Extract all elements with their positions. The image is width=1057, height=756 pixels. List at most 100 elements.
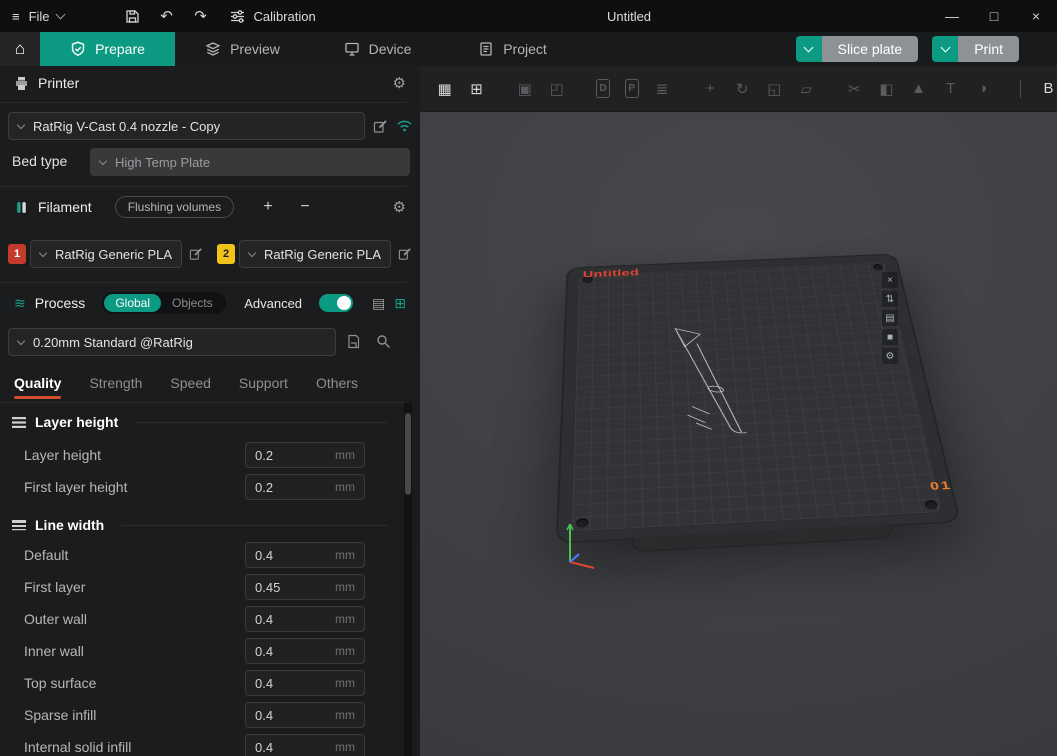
color-paint-icon[interactable]: ◑ xyxy=(974,78,991,100)
tab-preview[interactable]: Preview xyxy=(175,32,310,66)
sidebar-scrollbar[interactable] xyxy=(404,403,412,756)
3d-viewport[interactable]: Untitled 01 × ⇅ ▤ ■ ⚙ xyxy=(420,112,1057,756)
setting-value: 0.4 xyxy=(255,612,273,627)
file-menu[interactable]: ≡ File xyxy=(0,0,76,32)
section-title: Line width xyxy=(35,517,104,533)
printer-gear-icon[interactable]: ⚙ xyxy=(393,74,406,92)
edit-printer-icon[interactable] xyxy=(371,117,389,135)
close-button[interactable]: × xyxy=(1015,0,1057,32)
line-width-inner-wall-input[interactable]: 0.4 mm xyxy=(245,638,365,664)
setting-unit: mm xyxy=(335,580,355,594)
setting-label: Inner wall xyxy=(24,638,84,664)
divider xyxy=(135,422,388,423)
wifi-icon[interactable] xyxy=(395,116,413,134)
setting-value: 0.45 xyxy=(255,580,280,595)
line-width-outer-wall-input[interactable]: 0.4 mm xyxy=(245,606,365,632)
add-plate-icon[interactable]: ▦ xyxy=(436,78,453,100)
layer-height-input[interactable]: 0.2 mm xyxy=(245,442,365,468)
undo-button[interactable]: ↶ xyxy=(150,0,184,32)
arrange-plate-icon[interactable]: ⊞ xyxy=(468,78,485,100)
toolbar-separator xyxy=(1020,80,1021,98)
setting-label: Sparse infill xyxy=(24,702,96,728)
home-button[interactable]: ⌂ xyxy=(0,32,40,66)
search-preset-icon[interactable] xyxy=(374,332,392,350)
scope-global-option[interactable]: Global xyxy=(104,294,161,312)
printer-preset-combo[interactable]: RatRig V-Cast 0.4 nozzle - Copy xyxy=(8,112,365,140)
move-icon[interactable]: + xyxy=(702,78,719,100)
tab-prepare[interactable]: Prepare xyxy=(40,32,175,66)
tab-quality[interactable]: Quality xyxy=(14,366,61,400)
window-title: Untitled xyxy=(607,9,651,24)
preset-list-icon[interactable]: ▤ xyxy=(372,295,385,312)
redo-button[interactable]: ↷ xyxy=(184,0,218,32)
setting-unit: mm xyxy=(335,740,355,754)
mesh-boolean-icon[interactable]: ◧ xyxy=(878,78,895,100)
plate-lock-icon[interactable]: ■ xyxy=(882,329,898,345)
print-dropdown-button[interactable] xyxy=(932,36,958,62)
maximize-button[interactable]: □ xyxy=(973,0,1015,32)
line-width-internal-solid-input[interactable]: 0.4 mm xyxy=(245,734,365,756)
slice-plate-button[interactable]: Slice plate xyxy=(822,36,919,62)
flushing-volumes-button[interactable]: Flushing volumes xyxy=(115,196,234,218)
save-preset-icon[interactable] xyxy=(344,332,362,350)
filament-2-combo[interactable]: RatRig Generic PLA xyxy=(239,240,391,268)
filament-1-combo[interactable]: RatRig Generic PLA xyxy=(30,240,182,268)
line-width-first-layer-input[interactable]: 0.45 mm xyxy=(245,574,365,600)
auto-arrange-icon[interactable]: ▣ xyxy=(516,78,533,100)
filament-section-header: Filament Flushing volumes + − ⚙ xyxy=(0,192,420,222)
remove-filament-button[interactable]: − xyxy=(296,198,314,216)
save-button[interactable] xyxy=(116,0,150,32)
bed-type-combo[interactable]: High Temp Plate xyxy=(90,148,410,176)
plate-settings-icon[interactable]: ⚙ xyxy=(882,348,898,364)
tab-device[interactable]: Device xyxy=(310,32,445,66)
tab-speed[interactable]: Speed xyxy=(170,366,210,400)
flatten-icon[interactable]: ▱ xyxy=(798,78,815,100)
filament-1-color-badge[interactable]: 1 xyxy=(8,244,26,264)
first-layer-height-input[interactable]: 0.2 mm xyxy=(245,474,365,500)
scale-icon[interactable]: ◱ xyxy=(766,78,783,100)
tab-strength[interactable]: Strength xyxy=(89,366,142,400)
rotate-icon[interactable]: ↻ xyxy=(734,78,751,100)
doc-d-icon[interactable]: D xyxy=(596,79,610,98)
scope-objects-option[interactable]: Objects xyxy=(161,294,224,312)
process-section-header: ≋ Process Global Objects Advanced ▤ ⊞ xyxy=(0,288,420,318)
tab-support[interactable]: Support xyxy=(239,366,288,400)
tab-project[interactable]: Project xyxy=(445,32,580,66)
process-preset-combo[interactable]: 0.20mm Standard @RatRig xyxy=(8,328,336,356)
line-width-default-input[interactable]: 0.4 mm xyxy=(245,542,365,568)
tab-others[interactable]: Others xyxy=(316,366,358,400)
assembly-view-icon[interactable]: B xyxy=(1040,78,1057,100)
doc-p-icon[interactable]: P xyxy=(625,79,639,98)
edit-filament-1-icon[interactable] xyxy=(187,245,205,263)
add-filament-button[interactable]: + xyxy=(259,198,277,216)
text-tool-icon[interactable]: T xyxy=(942,78,959,100)
slice-dropdown-button[interactable] xyxy=(796,36,822,62)
layers-icon[interactable]: ≣ xyxy=(654,78,671,100)
support-paint-icon[interactable]: ▲ xyxy=(910,78,927,100)
chevron-down-icon xyxy=(940,43,950,53)
setting-label: Layer height xyxy=(24,442,101,468)
section-layer-height: Layer height xyxy=(0,409,400,435)
preset-compare-icon[interactable]: ⊞ xyxy=(394,295,406,312)
setting-label: Top surface xyxy=(24,670,96,696)
build-plate[interactable]: Untitled 01 xyxy=(556,253,961,543)
filament-2-color-badge[interactable]: 2 xyxy=(217,244,235,264)
advanced-toggle[interactable] xyxy=(319,294,353,312)
filament-gear-icon[interactable]: ⚙ xyxy=(393,198,406,216)
calibration-button[interactable]: Calibration xyxy=(218,0,328,32)
plate-arrange-icon[interactable]: ⇅ xyxy=(882,291,898,307)
plate-delete-icon[interactable]: × xyxy=(882,272,898,288)
cut-icon[interactable]: ✂ xyxy=(846,78,863,100)
device-icon xyxy=(344,41,360,57)
scrollbar-thumb[interactable] xyxy=(405,413,411,495)
minimize-button[interactable]: — xyxy=(931,0,973,32)
edit-filament-2-icon[interactable] xyxy=(396,245,414,263)
line-width-top-surface-input[interactable]: 0.4 mm xyxy=(245,670,365,696)
print-button[interactable]: Print xyxy=(958,36,1019,62)
auto-orient-icon[interactable]: ◰ xyxy=(548,78,565,100)
layer-height-icon xyxy=(12,416,26,429)
plate-name-edit-icon[interactable]: ▤ xyxy=(882,310,898,326)
chevron-down-icon xyxy=(55,10,65,20)
tab-project-label: Project xyxy=(503,41,547,57)
line-width-sparse-infill-input[interactable]: 0.4 mm xyxy=(245,702,365,728)
